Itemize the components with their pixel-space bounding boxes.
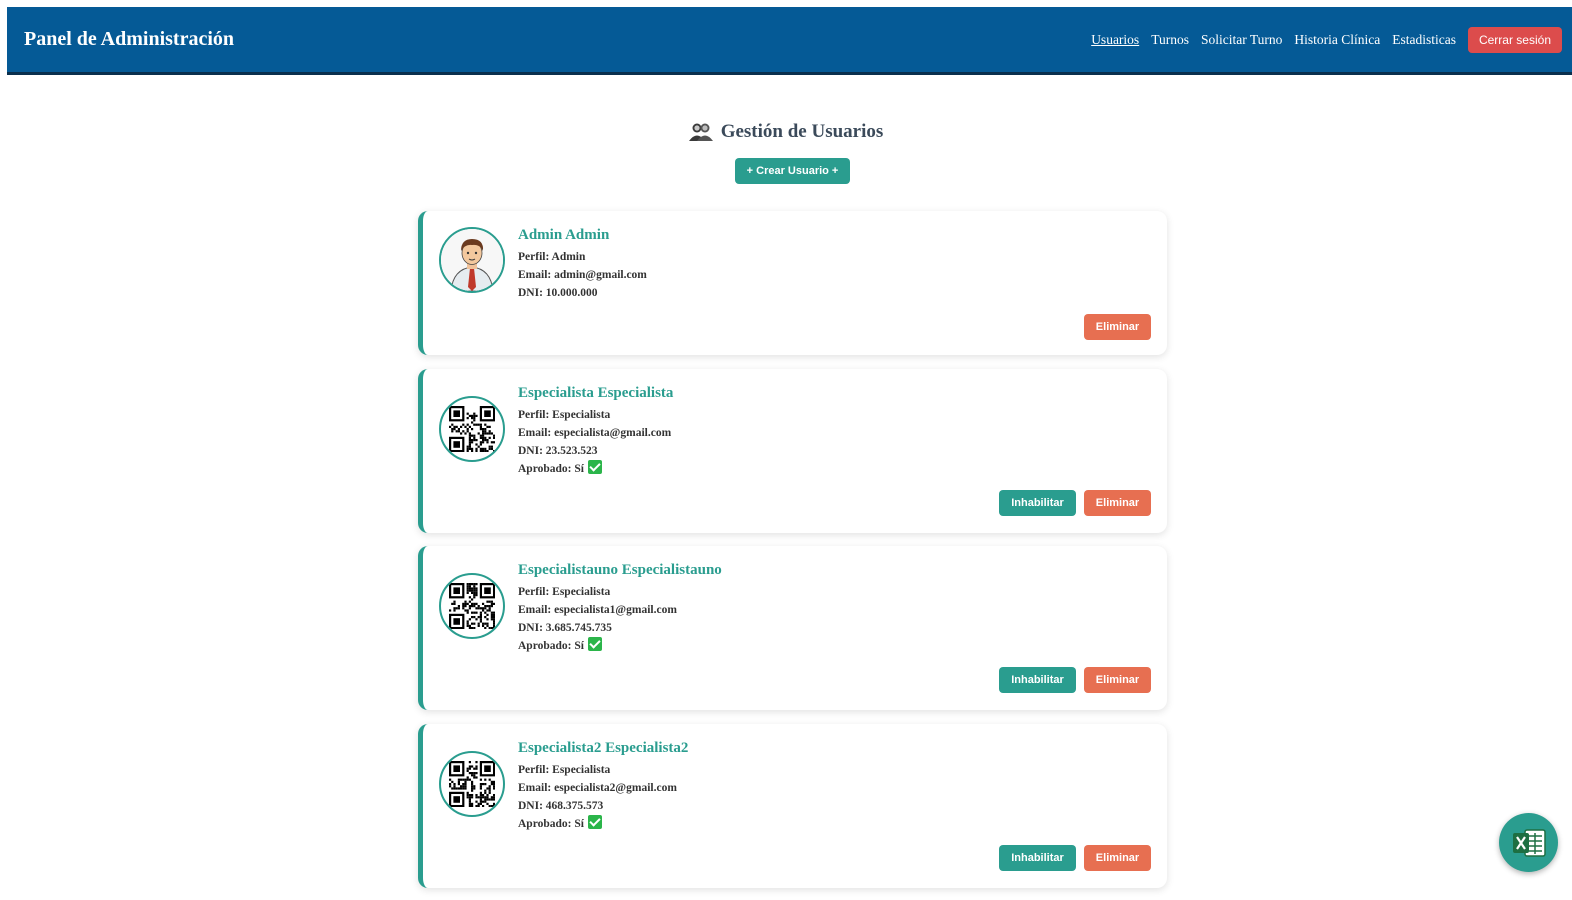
user-email: Email: especialista@gmail.com bbox=[518, 427, 672, 439]
approved-text: Aprobado: Sí bbox=[518, 463, 584, 475]
user-email: Email: especialista1@gmail.com bbox=[518, 604, 677, 616]
export-excel-button[interactable] bbox=[1499, 813, 1558, 872]
check-icon bbox=[587, 815, 602, 829]
user-name: Especialista2 Especialista2 bbox=[518, 740, 689, 756]
user-info: Especialistauno Especialistauno Perfil: … bbox=[518, 562, 722, 655]
user-profile: Perfil: Especialista bbox=[518, 409, 611, 421]
page-title-text: Gestión de Usuarios bbox=[720, 121, 884, 142]
excel-icon bbox=[1512, 828, 1546, 857]
card-actions: Inhabilitar Eliminar bbox=[991, 845, 1151, 871]
nav-links: Usuarios Turnos Solicitar Turno Historia… bbox=[1079, 26, 1562, 53]
qr-code-avatar bbox=[439, 751, 505, 817]
create-user-button[interactable]: + Crear Usuario + bbox=[735, 158, 850, 184]
user-info: Especialista2 Especialista2 Perfil: Espe… bbox=[518, 740, 688, 833]
user-approved: Aprobado: Sí bbox=[518, 637, 722, 655]
delete-button[interactable]: Eliminar bbox=[1084, 845, 1151, 871]
user-dni: DNI: 3.685.745.735 bbox=[518, 622, 612, 634]
check-icon bbox=[587, 460, 602, 474]
disable-button[interactable]: Inhabilitar bbox=[999, 490, 1076, 516]
user-name: Especialistauno Especialistauno bbox=[518, 562, 722, 578]
admin-avatar-icon bbox=[441, 229, 503, 291]
page-title: Gestión de Usuarios bbox=[0, 121, 1572, 143]
user-name: Admin Admin bbox=[518, 227, 610, 243]
user-card-especialista: Especialista Especialista Perfil: Especi… bbox=[418, 369, 1167, 533]
card-actions: Inhabilitar Eliminar bbox=[991, 667, 1151, 693]
approved-text: Aprobado: Sí bbox=[518, 640, 584, 652]
nav-link-usuarios[interactable]: Usuarios bbox=[1091, 32, 1139, 48]
user-profile: Perfil: Especialista bbox=[518, 586, 611, 598]
user-card-admin: Admin Admin Perfil: Admin Email: admin@g… bbox=[418, 211, 1167, 355]
qr-code-avatar bbox=[439, 396, 505, 462]
user-email: Email: admin@gmail.com bbox=[518, 269, 647, 281]
qr-code-icon bbox=[448, 582, 496, 630]
user-card-especialistauno: Especialistauno Especialistauno Perfil: … bbox=[418, 546, 1167, 710]
approved-text: Aprobado: Sí bbox=[518, 818, 584, 830]
user-approved: Aprobado: Sí bbox=[518, 460, 673, 478]
user-dni: DNI: 23.523.523 bbox=[518, 445, 598, 457]
user-approved: Aprobado: Sí bbox=[518, 815, 688, 833]
user-info: Especialista Especialista Perfil: Especi… bbox=[518, 385, 673, 478]
user-info: Admin Admin Perfil: Admin Email: admin@g… bbox=[518, 227, 647, 302]
nav-link-turnos[interactable]: Turnos bbox=[1151, 32, 1189, 48]
logout-button[interactable]: Cerrar sesión bbox=[1467, 26, 1562, 53]
top-navbar: Panel de Administración Usuarios Turnos … bbox=[7, 7, 1572, 75]
admin-avatar bbox=[439, 227, 505, 293]
card-actions: Eliminar bbox=[1076, 314, 1151, 340]
user-profile: Perfil: Admin bbox=[518, 251, 586, 263]
delete-button[interactable]: Eliminar bbox=[1084, 490, 1151, 516]
nav-link-historia-clinica[interactable]: Historia Clínica bbox=[1294, 32, 1380, 48]
qr-code-icon bbox=[448, 760, 496, 808]
delete-button[interactable]: Eliminar bbox=[1084, 314, 1151, 340]
qr-code-icon bbox=[448, 405, 496, 453]
user-email: Email: especialista2@gmail.com bbox=[518, 782, 677, 794]
disable-button[interactable]: Inhabilitar bbox=[999, 845, 1076, 871]
disable-button[interactable]: Inhabilitar bbox=[999, 667, 1076, 693]
user-profile: Perfil: Especialista bbox=[518, 764, 611, 776]
card-actions: Inhabilitar Eliminar bbox=[991, 490, 1151, 516]
nav-link-solicitar-turno[interactable]: Solicitar Turno bbox=[1201, 32, 1282, 48]
qr-code-avatar bbox=[439, 573, 505, 639]
brand-title: Panel de Administración bbox=[24, 28, 235, 50]
user-name: Especialista Especialista bbox=[518, 385, 674, 401]
user-card-especialista2: Especialista2 Especialista2 Perfil: Espe… bbox=[418, 724, 1167, 888]
nav-link-estadisticas[interactable]: Estadisticas bbox=[1392, 32, 1456, 48]
users-icon bbox=[688, 123, 713, 141]
check-icon bbox=[587, 637, 602, 651]
delete-button[interactable]: Eliminar bbox=[1084, 667, 1151, 693]
user-dni: DNI: 468.375.573 bbox=[518, 800, 604, 812]
user-dni: DNI: 10.000.000 bbox=[518, 287, 598, 299]
